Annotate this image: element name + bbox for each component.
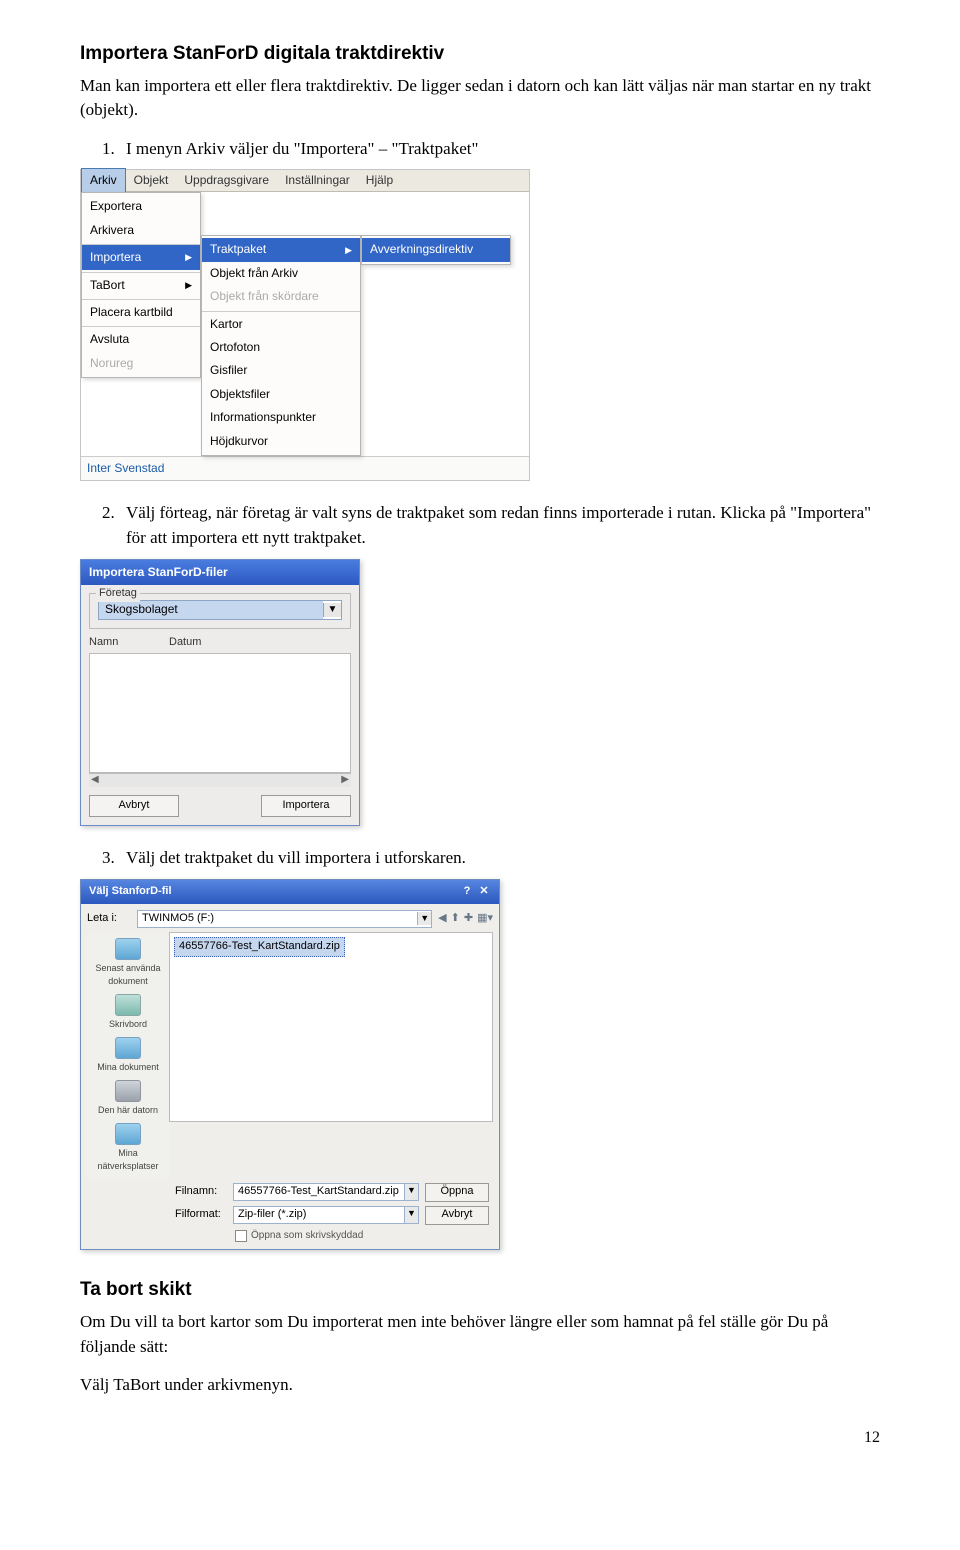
- step1-num: 1.: [102, 137, 126, 162]
- filformat-field[interactable]: Zip-filer (*.zip) ▼: [233, 1206, 419, 1224]
- col-datum: Datum: [169, 635, 201, 651]
- sb-desktop[interactable]: Skrivbord: [109, 994, 147, 1031]
- help-icon[interactable]: ?: [460, 884, 474, 900]
- places-sidebar: Senast använda dokument Skrivbord Mina d…: [87, 932, 169, 1179]
- dropdown-traktpaket: Avverkningsdirektiv: [361, 235, 511, 264]
- step3-text: Välj det traktpaket du vill importera i …: [126, 846, 466, 871]
- chevron-right-icon: ▶: [345, 244, 352, 257]
- foretag-combo[interactable]: Skogsbolaget ▼: [98, 600, 342, 620]
- up-icon[interactable]: ⬆: [451, 911, 460, 927]
- mi-hojdkurvor[interactable]: Höjdkurvor: [202, 430, 360, 453]
- mi-infopunkter[interactable]: Informationspunkter: [202, 406, 360, 429]
- mi-kartor[interactable]: Kartor: [202, 311, 360, 336]
- filnamn-field[interactable]: 46557766-Test_KartStandard.zip ▼: [233, 1183, 419, 1201]
- drive-combo[interactable]: TWINMO5 (F:) ▼: [137, 910, 432, 928]
- chevron-down-icon[interactable]: ▼: [404, 1207, 418, 1223]
- chevron-right-icon: ▶: [185, 251, 192, 264]
- sb-mycomp[interactable]: Den här datorn: [98, 1080, 158, 1117]
- step1-text: I menyn Arkiv väljer du "Importera" – "T…: [126, 137, 478, 162]
- section2-title: Ta bort skikt: [80, 1276, 880, 1304]
- file-list[interactable]: 46557766-Test_KartStandard.zip: [169, 932, 493, 1122]
- page-number: 12: [80, 1426, 880, 1449]
- step2-text: Välj förteag, när företag är valt syns d…: [126, 501, 880, 550]
- section2-para2: Välj TaBort under arkivmenyn.: [80, 1373, 880, 1398]
- step2-num: 2.: [102, 501, 126, 550]
- menu-footer: Inter Svenstad: [81, 456, 529, 480]
- mi-exportera[interactable]: Exportera: [82, 195, 200, 218]
- btn-importera[interactable]: Importera: [261, 795, 351, 817]
- readonly-label: Öppna som skrivskyddad: [251, 1229, 363, 1244]
- chevron-right-icon: ▶: [185, 279, 192, 292]
- file-selected[interactable]: 46557766-Test_KartStandard.zip: [174, 937, 345, 957]
- combo-dropdown-icon[interactable]: ▼: [323, 603, 341, 618]
- mi-obj-arkiv[interactable]: Objekt från Arkiv: [202, 262, 360, 285]
- readonly-checkbox[interactable]: [235, 1230, 247, 1242]
- menu-hjalp[interactable]: Hjälp: [358, 169, 401, 192]
- mi-arkivera[interactable]: Arkivera: [82, 219, 200, 242]
- btn-avbryt[interactable]: Avbryt: [89, 795, 179, 817]
- figure-menu-cascade: Arkiv Objekt Uppdragsgivare Inställninga…: [80, 169, 880, 481]
- btn-open[interactable]: Öppna: [425, 1183, 489, 1202]
- section1-intro: Man kan importera ett eller flera traktd…: [80, 74, 880, 123]
- sb-mydocs[interactable]: Mina dokument: [97, 1037, 159, 1074]
- dropdown-importera: Traktpaket▶ Objekt från Arkiv Objekt frå…: [201, 235, 361, 456]
- figure-import-dialog: Importera StanForD-filer Företag Skogsbo…: [80, 559, 880, 826]
- chevron-down-icon[interactable]: ▼: [404, 1184, 418, 1200]
- lbl-leta: Leta i:: [87, 911, 131, 927]
- newfolder-icon[interactable]: ✚: [464, 911, 473, 927]
- mi-avsluta[interactable]: Avsluta: [82, 326, 200, 351]
- menubar: Arkiv Objekt Uppdragsgivare Inställninga…: [81, 170, 529, 192]
- btn-cancel[interactable]: Avbryt: [425, 1206, 489, 1225]
- dropdown-arkiv: Exportera Arkivera Importera▶ TaBort▶ Pl…: [81, 192, 201, 378]
- foretag-value: Skogsbolaget: [99, 601, 323, 618]
- menu-uppdragsgivare[interactable]: Uppdragsgivare: [176, 169, 277, 192]
- figure-file-dialog: Välj StanforD-fil ? ✕ Leta i: TWINMO5 (F…: [80, 879, 880, 1251]
- filformat-value: Zip-filer (*.zip): [234, 1207, 404, 1223]
- mi-tabort[interactable]: TaBort▶: [82, 272, 200, 297]
- mi-importera[interactable]: Importera▶: [82, 244, 200, 269]
- listbox-scrollbar[interactable]: ◀▶: [89, 773, 351, 787]
- window-controls: ? ✕: [460, 884, 491, 900]
- lbl-filformat: Filformat:: [175, 1207, 227, 1223]
- mi-noraraj: Norureg: [82, 352, 200, 375]
- grp-foretag-label: Företag: [96, 586, 140, 602]
- lbl-filnamn: Filnamn:: [175, 1184, 227, 1200]
- sb-network[interactable]: Mina nätverksplatser: [89, 1123, 167, 1173]
- drive-value: TWINMO5 (F:): [138, 911, 417, 927]
- mi-gisfiler[interactable]: Gisfiler: [202, 359, 360, 382]
- section2-para1: Om Du vill ta bort kartor som Du importe…: [80, 1310, 880, 1359]
- menu-installningar[interactable]: Inställningar: [277, 169, 358, 192]
- views-icon[interactable]: ▦▾: [477, 911, 493, 927]
- filnamn-value: 46557766-Test_KartStandard.zip: [234, 1184, 404, 1200]
- step3-num: 3.: [102, 846, 126, 871]
- menu-objekt[interactable]: Objekt: [126, 169, 177, 192]
- mi-objektsfiler[interactable]: Objektsfiler: [202, 383, 360, 406]
- mi-placera[interactable]: Placera kartbild: [82, 299, 200, 324]
- import-listbox[interactable]: [89, 653, 351, 773]
- mi-avverkningsdirektiv[interactable]: Avverkningsdirektiv: [362, 238, 510, 261]
- chevron-down-icon[interactable]: ▼: [417, 912, 431, 925]
- sb-recent[interactable]: Senast använda dokument: [89, 938, 167, 988]
- dlg-title: Importera StanForD-filer: [81, 560, 359, 585]
- fdlg-title: Välj StanforD-fil: [89, 884, 172, 900]
- back-icon[interactable]: ◀: [438, 911, 446, 927]
- section1-title: Importera StanForD digitala traktdirekti…: [80, 40, 880, 68]
- mi-ortofoton[interactable]: Ortofoton: [202, 336, 360, 359]
- mi-traktpaket[interactable]: Traktpaket▶: [202, 238, 360, 261]
- close-icon[interactable]: ✕: [477, 884, 491, 900]
- col-namn: Namn: [89, 635, 169, 651]
- mi-obj-skordare: Objekt från skördare: [202, 285, 360, 308]
- menu-arkiv[interactable]: Arkiv: [81, 168, 126, 193]
